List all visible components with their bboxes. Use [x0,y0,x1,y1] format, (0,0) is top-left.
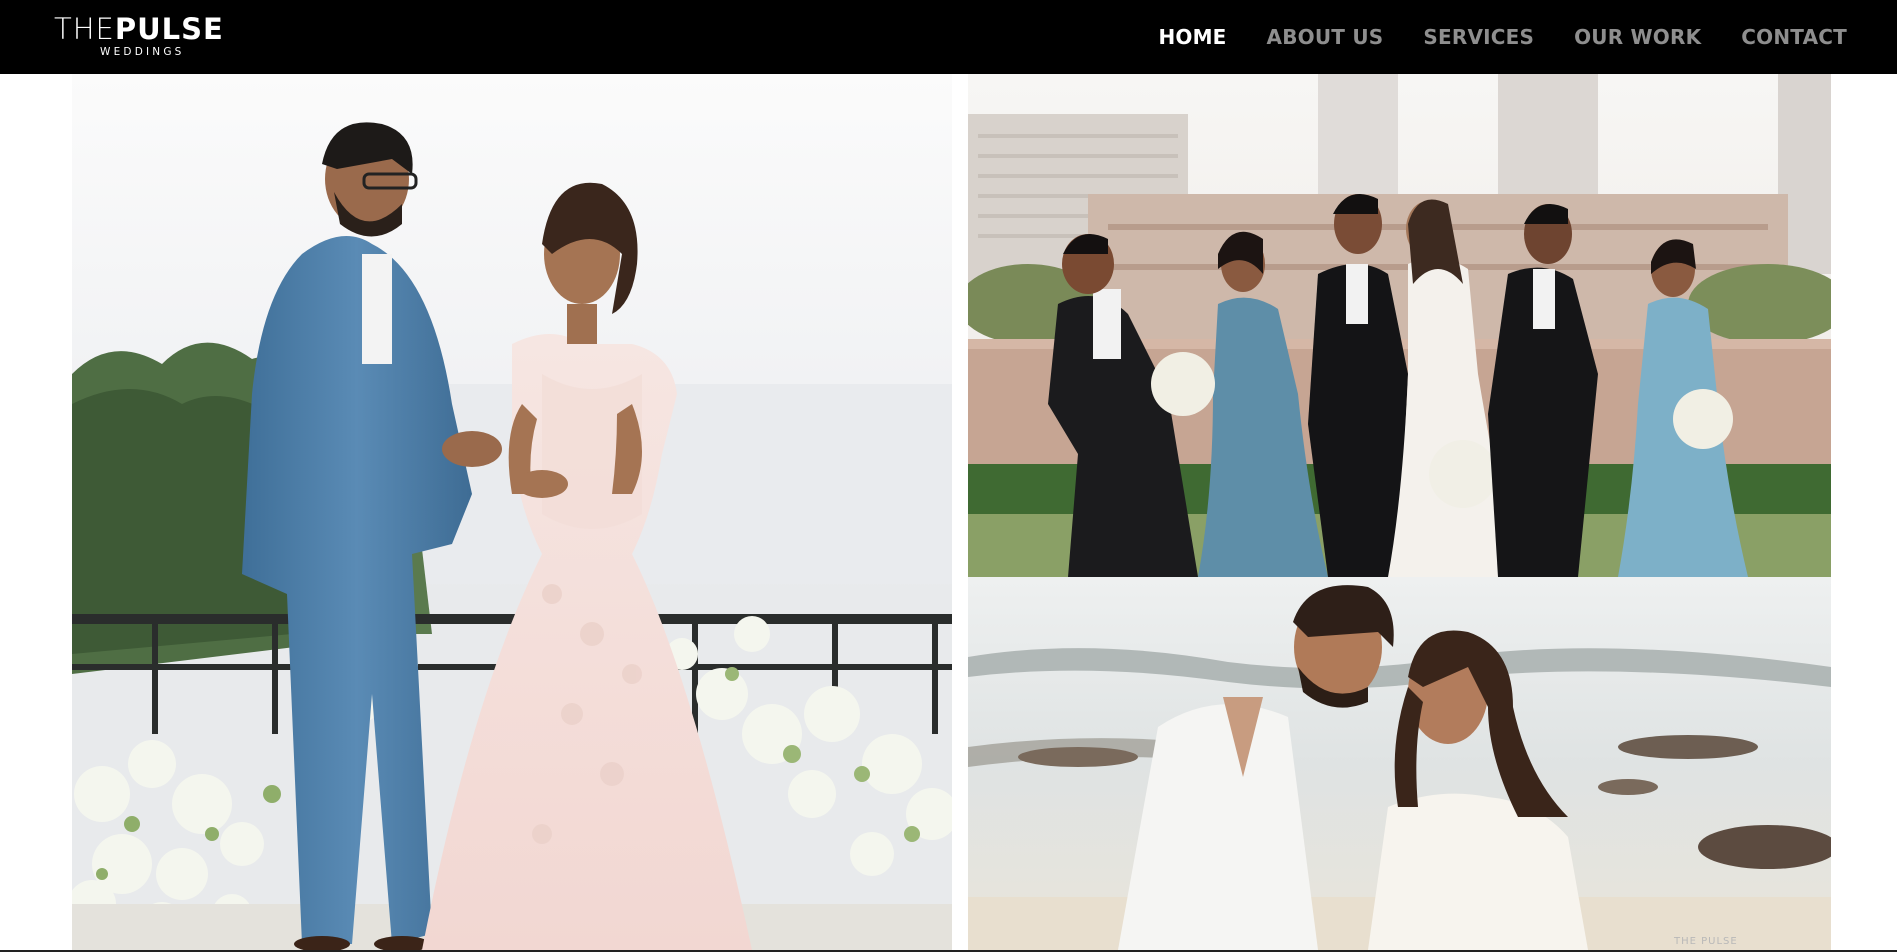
gallery-photo-beach-couple[interactable] [968,577,1831,950]
nav-services[interactable]: SERVICES [1423,25,1534,49]
wedding-party-image [968,74,1831,577]
photo-watermark: THE PULSE [1674,936,1738,947]
ring-ceremony-image [72,74,952,950]
brand-logo[interactable]: THEPULSE WEDDINGS [54,10,244,60]
logo-word-the: THE [54,12,115,46]
logo-word-pulse: PULSE [114,12,224,46]
nav-our-work[interactable]: OUR WORK [1574,25,1701,49]
nav-about-us[interactable]: ABOUT US [1267,25,1384,49]
gallery-photo-wedding-party[interactable] [968,74,1831,577]
site-header: THEPULSE WEDDINGS HOME ABOUT US SERVICES… [0,0,1897,74]
gallery-photo-ring-ceremony[interactable] [72,74,952,950]
nav-contact[interactable]: CONTACT [1741,25,1847,49]
beach-couple-image [968,577,1831,950]
nav-home[interactable]: HOME [1158,25,1226,49]
main-navigation: HOME ABOUT US SERVICES OUR WORK CONTACT [1158,0,1847,74]
logo-tagline: WEDDINGS [100,46,185,58]
logo-wordmark: THEPULSE [54,12,224,46]
